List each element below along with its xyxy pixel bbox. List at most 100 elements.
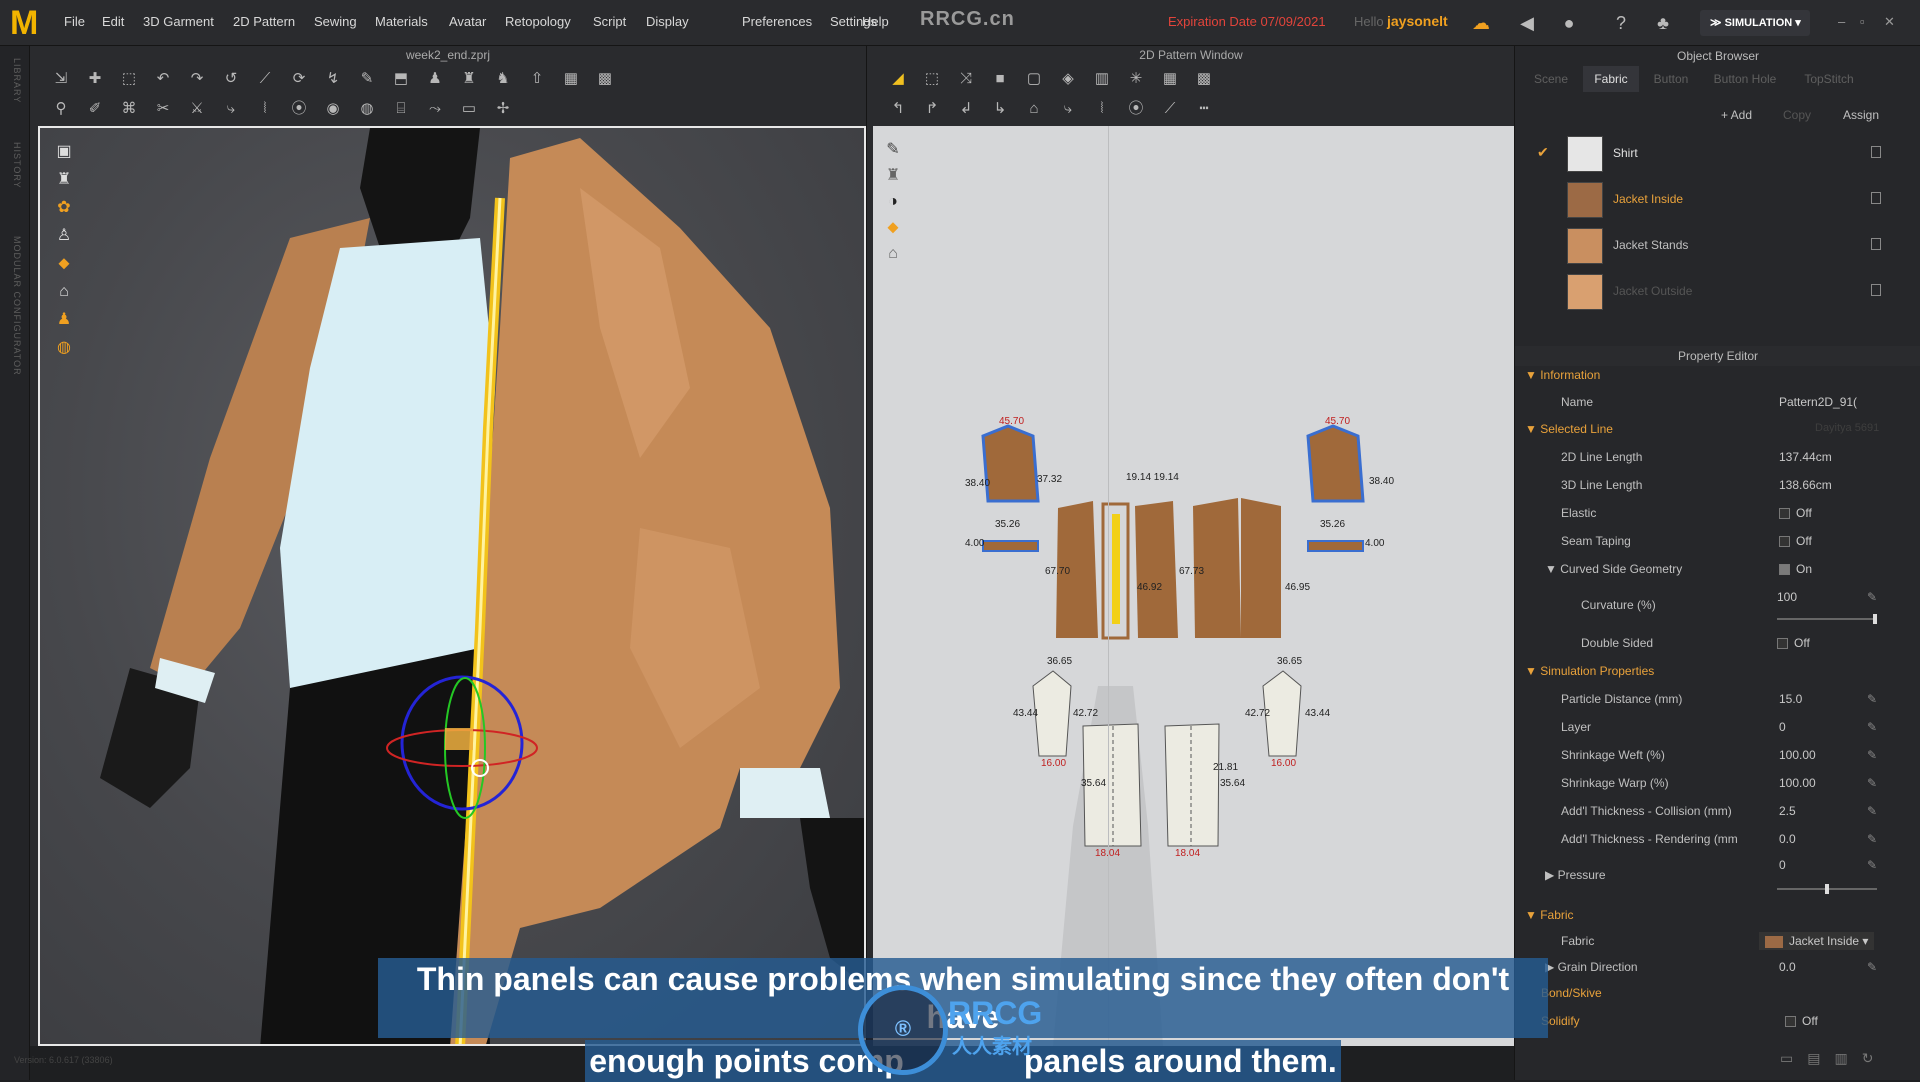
edit-icon[interactable]: ✎ (1867, 590, 1877, 604)
tab-button-hole[interactable]: Button Hole (1703, 66, 1787, 92)
ruler-2d-icon[interactable]: ┅ (1191, 97, 1217, 121)
menu-script[interactable]: Script (593, 14, 626, 29)
pose-tool-icon[interactable]: ⚲ (48, 97, 74, 121)
2d-pencil-icon[interactable]: ✎ (881, 138, 905, 162)
seam-taping-checkbox[interactable]: Off (1779, 534, 1812, 548)
2d-garment-icon[interactable]: ♜ (881, 164, 905, 188)
material-row-jacket-inside[interactable]: Jacket Inside (1515, 178, 1920, 222)
section-selected-line[interactable]: ▼ Selected Line (1525, 422, 1613, 436)
copy-material-button[interactable]: Copy (1783, 104, 1811, 126)
section-information[interactable]: ▼ Information (1525, 368, 1600, 382)
material-tag-icon[interactable] (1871, 146, 1881, 158)
elastic-checkbox[interactable]: Off (1779, 506, 1812, 520)
curvature-slider[interactable] (1777, 618, 1877, 620)
thickness-collision-value[interactable]: 2.5 (1779, 804, 1796, 818)
edit-icon[interactable]: ✎ (1867, 692, 1877, 706)
notch-tool-icon[interactable]: ⤷ (1055, 97, 1081, 121)
menu-help[interactable]: Help (862, 14, 889, 29)
grain-direction-label[interactable]: ▶ Grain Direction (1545, 960, 1638, 974)
m-n-sew-icon[interactable]: ↲ (953, 97, 979, 121)
pressure-slider-knob[interactable] (1825, 884, 1829, 894)
pressure-label[interactable]: ▶ Pressure (1545, 868, 1606, 882)
menu-file[interactable]: File (64, 14, 85, 29)
sew-tool-icon[interactable]: ⤷ (218, 97, 244, 121)
button-tool-icon[interactable]: ◉ (320, 97, 346, 121)
check-sew-icon[interactable]: ↳ (987, 97, 1013, 121)
fold-tool-icon[interactable]: ↶ (150, 67, 176, 91)
fabric-select[interactable]: Jacket Inside ▾ (1759, 932, 1875, 950)
edit-icon[interactable]: ✎ (1867, 748, 1877, 762)
2d-texture-icon[interactable]: ◑ (881, 190, 905, 214)
slash-tool-icon[interactable]: ⚔ (184, 97, 210, 121)
arrange-tool-icon[interactable]: ⇧ (524, 67, 550, 91)
viewport-sphere-icon[interactable]: ◍ (52, 336, 76, 360)
hanger-icon[interactable]: ♣ (1652, 12, 1674, 34)
menu-sewing[interactable]: Sewing (314, 14, 357, 29)
pleat-tool-icon[interactable]: ▥ (1089, 67, 1115, 91)
modular-configurator-tab[interactable]: MODULAR CONFIGURATOR (12, 236, 22, 376)
edit-curvature-icon[interactable]: ⤨ (953, 67, 979, 91)
measure-2d-icon[interactable]: ⟋ (1157, 97, 1183, 121)
zipper-tool-icon[interactable]: ⌸ (388, 97, 414, 121)
viewport-avatar-color-icon[interactable]: ♟ (52, 308, 76, 332)
viewport-garment-icon[interactable]: ♜ (52, 168, 76, 192)
tab-button[interactable]: Button (1643, 66, 1699, 92)
segment-sew-icon[interactable]: ↰ (885, 97, 911, 121)
material-row-shirt[interactable]: ✔ Shirt (1515, 132, 1920, 176)
tab-topstitch[interactable]: TopStitch (1791, 66, 1867, 92)
edit-icon[interactable]: ✎ (1867, 720, 1877, 734)
brush-tool-icon[interactable]: ⬒ (388, 67, 414, 91)
seam-tool-icon[interactable]: ↯ (320, 67, 346, 91)
curvature-value[interactable]: 100 (1777, 590, 1797, 604)
pin-tool-icon[interactable]: ↺ (218, 67, 244, 91)
edit-pattern-icon[interactable]: ✐ (82, 97, 108, 121)
section-fabric[interactable]: ▼ Fabric (1525, 908, 1574, 922)
library-tab[interactable]: LIBRARY (12, 58, 22, 103)
double-sided-checkbox[interactable]: Off (1777, 636, 1810, 650)
pressure-value[interactable]: 0 (1779, 858, 1786, 872)
rectangle-tool-icon[interactable]: ■ (987, 67, 1013, 91)
tape-tool-icon[interactable]: ✎ (354, 67, 380, 91)
section-simulation-properties[interactable]: ▼ Simulation Properties (1525, 664, 1654, 678)
dart-tool-icon[interactable]: ◈ (1055, 67, 1081, 91)
fold-2d-icon[interactable]: ⌂ (1021, 97, 1047, 121)
edit-icon[interactable]: ✎ (1867, 858, 1877, 872)
shrinkage-weft-value[interactable]: 100.00 (1779, 748, 1816, 762)
name-value[interactable]: Pattern2D_91( (1779, 395, 1857, 409)
menu-3d-garment[interactable]: 3D Garment (143, 14, 214, 29)
3d-viewport[interactable]: ▣ ♜ ✿ ♙ ⬥ ⌂ ♟ ◍ (38, 126, 866, 1046)
tack-tool-icon[interactable]: ↷ (184, 67, 210, 91)
grid-2d-icon[interactable]: ▦ (1157, 67, 1183, 91)
select-tool-icon[interactable]: ⇲ (48, 67, 74, 91)
gizmo-tool-icon[interactable]: ✢ (490, 97, 516, 121)
restore-icon[interactable]: ▫ (1860, 14, 1865, 29)
tab-scene[interactable]: Scene (1523, 66, 1579, 92)
layout-single-icon[interactable]: ▭ (1780, 1050, 1793, 1067)
mesh-tool-icon[interactable]: ▩ (592, 67, 618, 91)
shirt-tool-icon[interactable]: ♜ (456, 67, 482, 91)
edit-icon[interactable]: ✎ (1867, 804, 1877, 818)
close-icon[interactable]: ✕ (1884, 14, 1895, 30)
buttonhole-tool-icon[interactable]: ◍ (354, 97, 380, 121)
section-bond-skive[interactable]: Bond/Skive (1541, 986, 1602, 1000)
layout-triple-icon[interactable]: ▥ (1834, 1050, 1847, 1067)
curvature-slider-knob[interactable] (1873, 614, 1877, 624)
flatten-icon[interactable]: ⌘ (116, 97, 142, 121)
menu-preferences[interactable]: Preferences (742, 14, 812, 29)
edit-pattern-tool-icon[interactable]: ◢ (885, 67, 911, 91)
material-tag-icon[interactable] (1871, 238, 1881, 250)
curved-side-label[interactable]: ▼ Curved Side Geometry (1545, 562, 1682, 576)
internal-rect-icon[interactable]: ▢ (1021, 67, 1047, 91)
minimize-icon[interactable]: – (1838, 14, 1845, 29)
history-tab[interactable]: HISTORY (12, 142, 22, 189)
move-tool-icon[interactable]: ✚ (82, 67, 108, 91)
hanger-tool-icon[interactable]: ♞ (490, 67, 516, 91)
topstitch-2d-icon[interactable]: ⦿ (1123, 97, 1149, 121)
mesh-2d-icon[interactable]: ▩ (1191, 67, 1217, 91)
menu-retopology[interactable]: Retopology (505, 14, 571, 29)
viewport-hanger-icon[interactable]: ⌂ (52, 280, 76, 304)
menu-materials[interactable]: Materials (375, 14, 428, 29)
cut-tool-icon[interactable]: ✂ (150, 97, 176, 121)
grid-tool-icon[interactable]: ▦ (558, 67, 584, 91)
particle-distance-value[interactable]: 15.0 (1779, 692, 1802, 706)
